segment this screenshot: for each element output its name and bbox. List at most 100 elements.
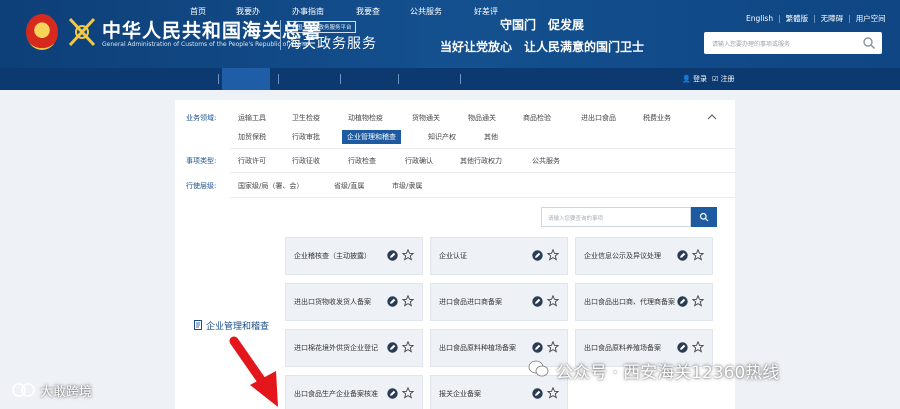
- service-tile[interactable]: 进出口货物收发货人备案: [285, 283, 423, 321]
- filter-import-export-food[interactable]: 进出口食品: [581, 113, 616, 123]
- service-tile[interactable]: 进口食品进口商备案: [430, 283, 568, 321]
- star-icon[interactable]: [692, 249, 704, 261]
- item-search-button[interactable]: [691, 207, 717, 227]
- nav-public-service[interactable]: 公共服务: [410, 6, 442, 17]
- level-provincial[interactable]: 省级/直属: [334, 181, 364, 191]
- nav-separator: [340, 74, 341, 84]
- edit-icon[interactable]: [677, 296, 688, 307]
- service-tile-label: 进口棉花境外供货企业登记: [294, 344, 378, 352]
- nav-rating[interactable]: 好差评: [474, 6, 498, 17]
- star-icon[interactable]: [402, 295, 414, 307]
- customs-key-logo-icon: [68, 17, 96, 47]
- edit-icon[interactable]: [387, 296, 398, 307]
- level-label: 行使层级:: [186, 182, 217, 190]
- site-search-input[interactable]: 请输入您要办理的事项或服务: [704, 32, 882, 54]
- filter-ip[interactable]: 知识产权: [428, 132, 456, 142]
- type-confirmation[interactable]: 行政确认: [405, 156, 433, 166]
- service-tile-label: 出口食品出口商、代理商备案: [584, 298, 675, 306]
- star-icon[interactable]: [547, 295, 559, 307]
- service-tile-label: 出口食品生产企业备案核准: [294, 390, 378, 398]
- star-icon[interactable]: [402, 387, 414, 399]
- filter-other[interactable]: 其他: [484, 132, 498, 142]
- watermark-right: 公众号 · 西安海关12360热线: [556, 363, 780, 383]
- filter-admin-approval[interactable]: 行政审批: [292, 132, 320, 142]
- edit-icon[interactable]: [387, 250, 398, 261]
- portal-name: 海关政务服务: [287, 36, 377, 52]
- star-icon[interactable]: [402, 249, 414, 261]
- edit-icon[interactable]: [532, 296, 543, 307]
- type-license[interactable]: 行政许可: [238, 156, 266, 166]
- service-tile-label: 企业信息公示及异议处理: [584, 252, 661, 260]
- link-separator: |: [848, 14, 851, 23]
- service-tile-label: 企业认证: [439, 252, 467, 260]
- national-emblem-icon: [26, 14, 58, 50]
- star-icon[interactable]: [402, 341, 414, 353]
- wechat-icon: [528, 360, 549, 377]
- star-icon[interactable]: [692, 295, 704, 307]
- level-national[interactable]: 国家级/局（署、会）: [238, 181, 303, 191]
- filter-transport[interactable]: 运输工具: [238, 113, 266, 123]
- business-area-label: 业务领域:: [186, 114, 217, 122]
- service-tile[interactable]: 出口食品出口商、代理商备案: [575, 283, 713, 321]
- link-separator: |: [778, 14, 781, 23]
- star-icon[interactable]: [692, 341, 704, 353]
- service-tile[interactable]: 进口棉花境外供货企业登记: [285, 329, 423, 367]
- service-tile[interactable]: 企业认证: [430, 237, 568, 275]
- link-accessibility[interactable]: 无障碍: [821, 14, 844, 23]
- filter-enterprise-audit[interactable]: 企业管理和稽查: [342, 130, 401, 144]
- link-english[interactable]: English: [746, 14, 773, 23]
- type-other-power[interactable]: 其他行政权力: [460, 156, 502, 166]
- chevron-up-icon[interactable]: [707, 112, 717, 122]
- category-title: 企业管理和稽查: [206, 322, 270, 332]
- nav-apply[interactable]: 我要办: [236, 6, 260, 17]
- edit-icon[interactable]: [532, 388, 543, 399]
- filter-bonded[interactable]: 加贸保税: [238, 132, 266, 142]
- item-search-input[interactable]: 请输入您要查询的事项: [541, 207, 691, 227]
- service-tile-label: 进口食品进口商备案: [439, 298, 502, 306]
- star-icon[interactable]: [547, 341, 559, 353]
- star-icon[interactable]: [547, 387, 559, 399]
- type-inspection[interactable]: 行政检查: [348, 156, 376, 166]
- service-tile[interactable]: 报关企业备案: [430, 375, 568, 409]
- edit-icon[interactable]: [532, 250, 543, 261]
- type-levy[interactable]: 行政征收: [292, 156, 320, 166]
- edit-icon[interactable]: [677, 250, 688, 261]
- filter-animal-plant[interactable]: 动植物检疫: [348, 113, 383, 123]
- filter-tax[interactable]: 税费业务: [643, 113, 671, 123]
- edit-icon[interactable]: [387, 342, 398, 353]
- top-links: English | 繁體版 | 无障碍 | 用户空间: [746, 13, 886, 24]
- filter-goods-clearance[interactable]: 货物通关: [412, 113, 440, 123]
- nav-separator: [278, 74, 279, 84]
- link-traditional[interactable]: 繁體版: [786, 14, 809, 23]
- login-label: 登录: [692, 75, 707, 83]
- login-link[interactable]: 👤 登录: [682, 74, 707, 84]
- edit-icon[interactable]: [677, 342, 688, 353]
- edit-icon[interactable]: [387, 388, 398, 399]
- filter-divider: [230, 197, 735, 198]
- service-tile-label: 进出口货物收发货人备案: [294, 298, 371, 306]
- org-name-en: General Administration of Customs of the…: [102, 41, 308, 48]
- star-icon[interactable]: [547, 249, 559, 261]
- slogan-line2: 当好让党放心 让人民满意的国门卫士: [440, 40, 645, 54]
- filter-divider: [230, 172, 735, 173]
- search-icon[interactable]: [862, 36, 876, 50]
- service-tile[interactable]: 出口食品生产企业备案核准: [285, 375, 423, 409]
- header-divider: [280, 20, 281, 50]
- link-user-space[interactable]: 用户空间: [856, 14, 886, 23]
- filter-quarantine[interactable]: 卫生检疫: [292, 113, 320, 123]
- service-tile-label: 企业稽核查（主动披露）: [294, 252, 371, 260]
- red-arrow-annotation: [229, 336, 278, 407]
- nav-home[interactable]: 首页: [190, 6, 206, 17]
- register-link[interactable]: ☑ 注册: [712, 74, 735, 84]
- service-tile[interactable]: 企业稽核查（主动披露）: [285, 237, 423, 275]
- type-public-service[interactable]: 公共服务: [532, 156, 560, 166]
- nav-guide[interactable]: 办事指南: [292, 6, 324, 17]
- nav-separator: [460, 74, 461, 84]
- edit-icon[interactable]: [532, 342, 543, 353]
- filter-commodity-inspection[interactable]: 商品检验: [523, 113, 551, 123]
- level-city[interactable]: 市级/隶属: [392, 181, 422, 191]
- filter-articles-clearance[interactable]: 物品通关: [468, 113, 496, 123]
- service-tile[interactable]: 企业信息公示及异议处理: [575, 237, 713, 275]
- watermark-logo-icon: [12, 383, 35, 397]
- nav-query[interactable]: 我要查: [356, 6, 380, 17]
